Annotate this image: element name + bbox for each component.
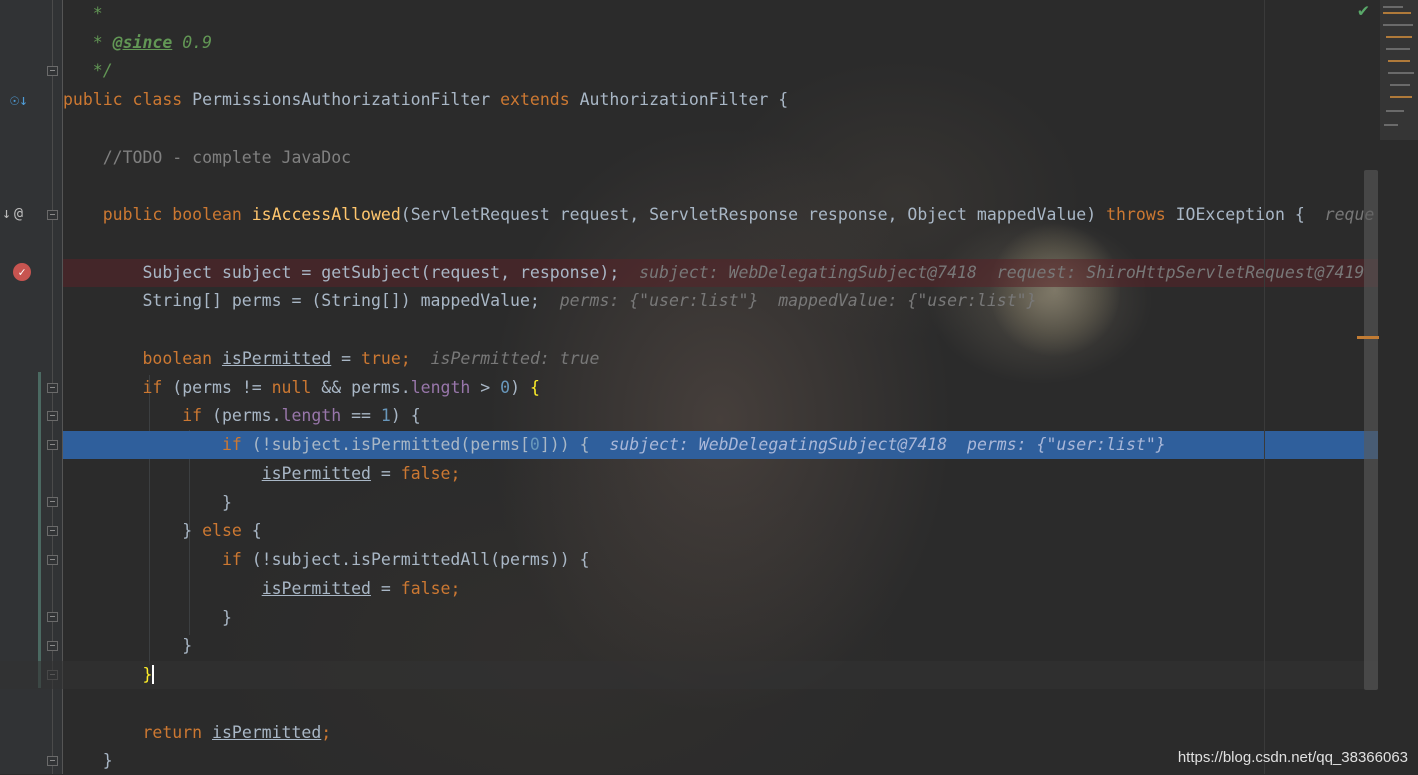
- watermark-url: https://blog.csdn.net/qq_38366063: [1177, 749, 1408, 766]
- code-line[interactable]: isPermitted = false;: [63, 460, 1378, 488]
- vertical-scrollbar[interactable]: [1364, 170, 1378, 690]
- vcs-change-marker[interactable]: [38, 372, 41, 688]
- code-line[interactable]: return isPermitted;: [63, 719, 1378, 747]
- code-line[interactable]: }: [63, 604, 1378, 632]
- code-line[interactable]: //TODO - complete JavaDoc: [63, 144, 1378, 172]
- editor-gutter[interactable]: ☉↓ ↓ @ ✓: [0, 0, 63, 774]
- breakpoint-icon[interactable]: ✓: [13, 263, 31, 281]
- code-line[interactable]: String[] perms = (String[]) mappedValue;…: [63, 287, 1378, 315]
- breakpoint-line[interactable]: Subject subject = getSubject(request, re…: [63, 259, 1378, 287]
- current-execution-line[interactable]: if (!subject.isPermitted(perms[0])) { su…: [63, 431, 1378, 459]
- code-line[interactable]: }: [63, 632, 1378, 660]
- code-line[interactable]: */: [63, 57, 1378, 85]
- fold-toggle[interactable]: [47, 526, 58, 536]
- code-editor[interactable]: * * @since 0.9 */ public class Permissio…: [0, 0, 1378, 774]
- code-minimap[interactable]: [1380, 0, 1418, 140]
- fold-toggle[interactable]: [47, 66, 58, 76]
- code-line[interactable]: * @since 0.9: [63, 29, 1378, 57]
- code-line[interactable]: if (perms != null && perms.length > 0) {: [63, 374, 1378, 402]
- code-line[interactable]: *: [63, 0, 1378, 28]
- code-line[interactable]: public class PermissionsAuthorizationFil…: [63, 86, 1378, 114]
- fold-toggle[interactable]: [47, 497, 58, 507]
- code-line[interactable]: boolean isPermitted = true; isPermitted:…: [63, 345, 1378, 373]
- code-line[interactable]: isPermitted = false;: [63, 575, 1378, 603]
- warning-stripe-marker[interactable]: [1357, 336, 1379, 339]
- inspection-ok-icon[interactable]: ✔: [1358, 0, 1369, 21]
- code-line[interactable]: }: [63, 489, 1378, 517]
- right-margin-guide: [1264, 0, 1265, 774]
- fold-toggle[interactable]: [47, 641, 58, 651]
- fold-toggle[interactable]: [47, 440, 58, 450]
- code-line[interactable]: public boolean isAccessAllowed(ServletRe…: [63, 201, 1378, 229]
- annotation-icon[interactable]: @: [14, 205, 23, 221]
- code-line[interactable]: if (!subject.isPermittedAll(perms)) {: [63, 546, 1378, 574]
- fold-toggle[interactable]: [47, 383, 58, 393]
- fold-toggle[interactable]: [47, 411, 58, 421]
- fold-toggle[interactable]: [47, 612, 58, 622]
- implements-icon[interactable]: ↓: [2, 205, 11, 221]
- caret-line[interactable]: }: [0, 661, 1378, 689]
- code-line[interactable]: if (perms.length == 1) {: [63, 402, 1378, 430]
- fold-toggle[interactable]: [47, 210, 58, 220]
- fold-toggle[interactable]: [47, 756, 58, 766]
- override-icon[interactable]: ☉↓: [10, 92, 28, 108]
- fold-toggle[interactable]: [47, 555, 58, 565]
- code-line[interactable]: } else {: [63, 517, 1378, 545]
